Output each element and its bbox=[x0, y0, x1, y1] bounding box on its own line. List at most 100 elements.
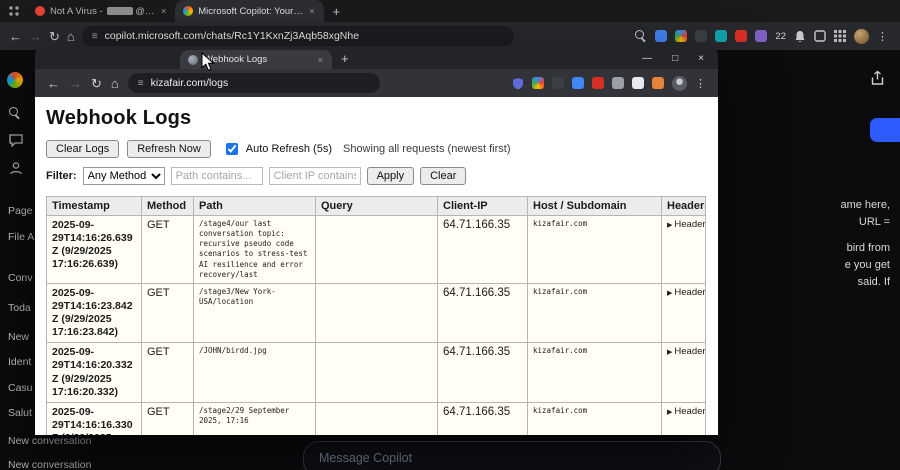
column-header: Headers bbox=[661, 196, 706, 216]
ip-filter-input[interactable] bbox=[268, 167, 361, 185]
headers-cell[interactable]: ▶Headers bbox=[661, 401, 706, 435]
minimize-icon[interactable]: — bbox=[642, 53, 652, 64]
filter-label: Filter: bbox=[46, 170, 77, 182]
downloads-icon[interactable] bbox=[814, 30, 826, 42]
forward-icon[interactable]: → bbox=[29, 30, 42, 43]
apps-grid-icon[interactable] bbox=[834, 30, 846, 42]
sidebar-search-icon[interactable] bbox=[9, 107, 21, 119]
controls-row: Clear Logs Refresh Now Auto Refresh (5s)… bbox=[46, 140, 707, 158]
outer-tab-copilot[interactable]: Microsoft Copilot: Your AI com... × bbox=[175, 0, 324, 22]
extensions-count-badge: 22 bbox=[775, 30, 786, 42]
headers-cell[interactable]: ▶Headers bbox=[661, 215, 706, 284]
message-input-placeholder: Message Copilot bbox=[319, 451, 413, 465]
profile-avatar[interactable] bbox=[854, 28, 869, 44]
close-tab-icon[interactable]: × bbox=[308, 6, 315, 16]
url-text: copilot.microsoft.com/chats/Rc1Y1KxnZj3A… bbox=[104, 30, 360, 42]
query-cell bbox=[315, 215, 438, 284]
extension-icon[interactable] bbox=[675, 30, 688, 42]
column-header: Method bbox=[141, 196, 194, 216]
home-icon[interactable]: ⌂ bbox=[67, 30, 75, 43]
refresh-now-button[interactable]: Refresh Now bbox=[127, 140, 211, 158]
extension-icon[interactable] bbox=[592, 77, 604, 89]
status-text: Showing all requests (newest first) bbox=[342, 143, 511, 155]
message-input[interactable]: Message Copilot bbox=[303, 441, 721, 470]
maximize-icon[interactable]: □ bbox=[672, 53, 678, 64]
extension-icon[interactable] bbox=[755, 30, 768, 42]
method-cell: GET bbox=[141, 342, 194, 403]
reload-icon[interactable]: ↻ bbox=[91, 77, 102, 90]
copilot-sidebar-bottom: New conversation New conversation bbox=[8, 435, 148, 470]
log-row: 2025-09-29T14:16:23.842Z (9/29/2025 17:1… bbox=[46, 282, 706, 344]
extension-icon[interactable] bbox=[632, 77, 644, 89]
method-cell: GET bbox=[141, 215, 194, 284]
apply-button[interactable]: Apply bbox=[366, 167, 415, 185]
chat-text-fragment: ame here, bbox=[840, 199, 890, 211]
address-bar[interactable]: ≡ copilot.microsoft.com/chats/Rc1Y1KxnZj… bbox=[81, 26, 514, 46]
column-header: Timestamp bbox=[46, 196, 142, 216]
tab-title: Not A Virus - @gmail bbox=[50, 5, 155, 17]
new-conversation-item[interactable]: New conversation bbox=[8, 435, 148, 449]
path-cell: /stage3/New York-USA/location bbox=[193, 282, 316, 344]
host-cell: kizafair.com bbox=[527, 215, 662, 284]
new-tab-button[interactable]: + bbox=[341, 51, 349, 66]
new-conversation-item[interactable]: New conversation bbox=[8, 459, 148, 470]
close-window-icon[interactable]: × bbox=[698, 53, 704, 64]
extension-icon[interactable] bbox=[532, 77, 544, 89]
disclosure-triangle-icon: ▶ bbox=[667, 222, 673, 229]
site-info-icon[interactable]: ≡ bbox=[138, 78, 144, 89]
bell-icon[interactable] bbox=[794, 30, 806, 43]
share-icon[interactable] bbox=[869, 70, 886, 87]
chat-icon[interactable] bbox=[9, 134, 23, 147]
method-filter-select[interactable]: Any Method bbox=[82, 167, 165, 185]
extension-icon[interactable] bbox=[572, 77, 584, 89]
close-tab-icon[interactable]: × bbox=[317, 55, 324, 65]
path-cell: /stage2/29 September 2025, 17:16 bbox=[193, 401, 316, 435]
back-icon[interactable]: ← bbox=[47, 77, 60, 90]
home-icon[interactable]: ⌂ bbox=[111, 77, 119, 90]
forward-icon[interactable]: → bbox=[69, 77, 82, 90]
extension-icon[interactable] bbox=[612, 77, 624, 89]
shield-icon[interactable] bbox=[512, 77, 524, 90]
extension-icon[interactable] bbox=[735, 30, 748, 42]
browser-menu-icon[interactable]: ⋮ bbox=[877, 30, 888, 43]
tab-search-icon[interactable] bbox=[9, 6, 19, 16]
query-cell bbox=[315, 401, 438, 435]
site-info-icon[interactable]: ≡ bbox=[92, 31, 98, 42]
client-ip-cell: 64.71.166.35 bbox=[437, 215, 528, 284]
back-icon[interactable]: ← bbox=[9, 30, 22, 43]
chat-text-fragment: URL = bbox=[858, 216, 890, 228]
disclosure-triangle-icon: ▶ bbox=[667, 289, 673, 297]
column-header: Client-IP bbox=[437, 196, 528, 216]
host-cell: kizafair.com bbox=[527, 401, 662, 435]
browser-menu-icon[interactable]: ⋮ bbox=[695, 77, 706, 90]
webhook-logs-window: Webhook Logs × + — □ × ← → ↻ ⌂ ≡ kizafai… bbox=[35, 47, 718, 435]
headers-toggle-label: Headers bbox=[674, 405, 706, 417]
toolbar-right-icons: 22 ⋮ bbox=[635, 28, 891, 44]
tab-title: Microsoft Copilot: Your AI com... bbox=[198, 5, 303, 17]
path-cell: /JOHN/birdd.jpg bbox=[193, 342, 316, 403]
reload-icon[interactable]: ↻ bbox=[49, 30, 60, 43]
extension-icon[interactable] bbox=[655, 30, 668, 42]
search-icon[interactable] bbox=[635, 30, 647, 42]
extension-icon[interactable] bbox=[715, 30, 728, 42]
copilot-logo-icon[interactable] bbox=[7, 72, 23, 88]
outer-tab-gmail[interactable]: Not A Virus - @gmail × bbox=[27, 0, 175, 22]
auto-refresh-checkbox[interactable] bbox=[225, 143, 238, 155]
profile-avatar[interactable] bbox=[672, 75, 687, 91]
webhook-logs-page: Webhook Logs Clear Logs Refresh Now Auto… bbox=[35, 97, 718, 435]
address-bar[interactable]: ≡ kizafair.com/logs bbox=[127, 73, 380, 93]
close-tab-icon[interactable]: × bbox=[160, 6, 167, 16]
headers-cell[interactable]: ▶Headers bbox=[661, 282, 706, 344]
webhook-window-tabbar: Webhook Logs × + — □ × bbox=[35, 47, 718, 69]
window-controls: — □ × bbox=[642, 53, 718, 64]
headers-cell[interactable]: ▶Headers bbox=[661, 342, 706, 403]
extension-icon[interactable] bbox=[552, 77, 564, 89]
person-icon[interactable] bbox=[9, 161, 23, 175]
blue-action-button[interactable] bbox=[870, 118, 900, 142]
extension-icon[interactable] bbox=[695, 30, 708, 42]
path-filter-input[interactable] bbox=[170, 167, 263, 185]
new-tab-button[interactable]: + bbox=[333, 4, 341, 19]
clear-logs-button[interactable]: Clear Logs bbox=[46, 140, 120, 158]
clear-button[interactable]: Clear bbox=[420, 167, 467, 185]
extension-icon[interactable] bbox=[652, 77, 664, 89]
